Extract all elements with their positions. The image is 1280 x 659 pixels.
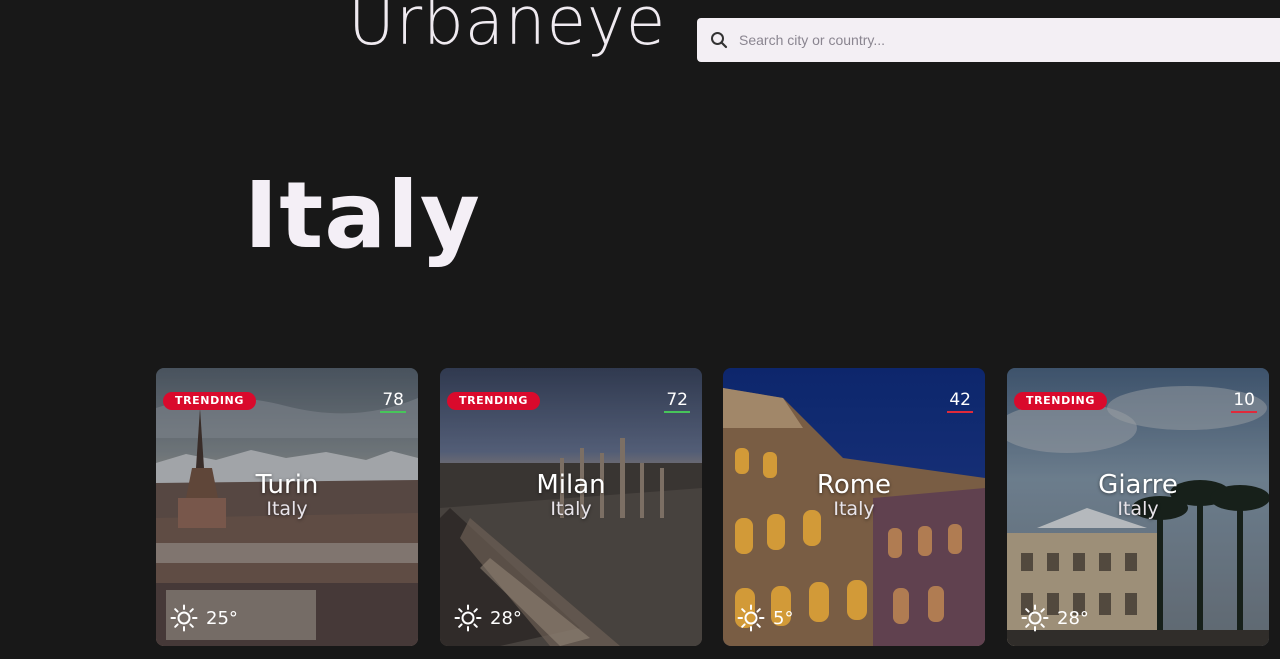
search-icon <box>711 32 728 49</box>
sun-icon <box>454 604 482 632</box>
search-input[interactable] <box>737 31 1261 49</box>
weather-info: 28° <box>1021 604 1089 632</box>
city-name: Turin <box>255 470 319 500</box>
city-name: Milan <box>536 470 606 500</box>
city-country: Italy <box>266 498 308 520</box>
weather-info: 25° <box>170 604 238 632</box>
score-badge: 10 <box>1231 390 1257 413</box>
score-badge: 78 <box>380 390 406 413</box>
city-country: Italy <box>1117 498 1159 520</box>
temperature: 28° <box>1057 607 1089 629</box>
city-card-turin[interactable]: TRENDING 78 Turin Italy 25° <box>156 368 418 646</box>
trending-badge: TRENDING <box>163 392 256 410</box>
temperature: 28° <box>490 607 522 629</box>
sun-icon <box>1021 604 1049 632</box>
sun-icon <box>170 604 198 632</box>
trending-badge: TRENDING <box>447 392 540 410</box>
city-card-milan[interactable]: TRENDING 72 Milan Italy 28° <box>440 368 702 646</box>
temperature: 5° <box>773 607 794 629</box>
weather-info: 28° <box>454 604 522 632</box>
score-badge: 42 <box>947 390 973 413</box>
temperature: 25° <box>206 607 238 629</box>
search-bar[interactable] <box>697 18 1280 62</box>
app-logo[interactable]: Urbaneye <box>348 0 666 56</box>
city-name: Giarre <box>1098 470 1178 500</box>
sun-icon <box>737 604 765 632</box>
weather-info: 5° <box>737 604 793 632</box>
city-country: Italy <box>833 498 875 520</box>
trending-badge: TRENDING <box>1014 392 1107 410</box>
city-country: Italy <box>550 498 592 520</box>
city-name: Rome <box>816 470 892 500</box>
score-badge: 72 <box>664 390 690 413</box>
city-card-giarre[interactable]: TRENDING 10 Giarre Italy 28° <box>1007 368 1269 646</box>
page-title: Italy <box>244 162 481 269</box>
city-card-rome[interactable]: 42 Rome Italy 5° <box>723 368 985 646</box>
header: Urbaneye <box>0 0 1280 90</box>
